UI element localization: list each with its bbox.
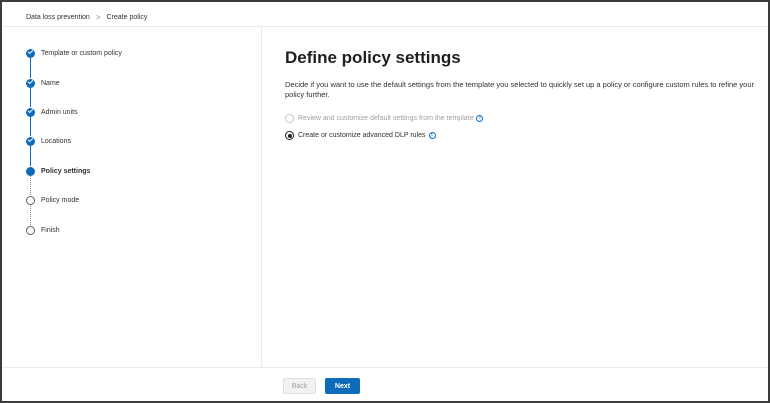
wizard-step-label: Name (41, 79, 60, 87)
breadcrumb-separator: > (95, 13, 101, 22)
next-button[interactable]: Next (325, 378, 360, 394)
wizard-step-label: Policy settings (41, 167, 91, 175)
wizard-step-label: Finish (41, 226, 60, 234)
wizard-step-label: Policy mode (41, 196, 80, 204)
step-connector (30, 116, 31, 136)
footer-divider (2, 367, 768, 368)
back-button[interactable]: Back (283, 378, 316, 394)
option-advanced-dlp-rules[interactable]: Create or customize advanced DLP rules i (285, 131, 436, 140)
radio-button (285, 114, 294, 123)
breadcrumb: Data loss prevention > Create policy (26, 13, 147, 22)
step-connector (30, 57, 31, 78)
radio-button[interactable] (285, 131, 294, 140)
wizard-step-policy-settings[interactable]: Policy settings (26, 166, 90, 176)
empty-circle-icon (26, 195, 35, 205)
check-circle-icon (26, 48, 35, 58)
check-circle-icon (26, 78, 35, 88)
empty-circle-icon (26, 225, 35, 235)
wizard-step-label: Template or custom policy (41, 49, 122, 57)
step-connector (30, 145, 31, 166)
page-description: Decide if you want to use the default se… (285, 80, 754, 99)
wizard-step-policy-mode: Policy mode (26, 195, 79, 205)
wizard-step-locations[interactable]: Locations (26, 136, 71, 146)
info-icon[interactable]: i (476, 115, 484, 122)
breadcrumb-item-create-policy: Create policy (106, 14, 148, 21)
wizard-step-finish: Finish (26, 225, 60, 235)
wizard-step-admin-units[interactable]: Admin units (26, 107, 78, 117)
wizard-step-name[interactable]: Name (26, 78, 60, 88)
wizard-step-label: Locations (41, 137, 71, 145)
page-title: Define policy settings (285, 48, 461, 67)
check-circle-icon (26, 136, 35, 146)
wizard-step-label: Admin units (41, 108, 78, 116)
option-review-defaults: Review and customize default settings fr… (285, 114, 484, 123)
breadcrumb-item-dlp[interactable]: Data loss prevention (26, 14, 90, 21)
info-icon[interactable]: i (428, 132, 436, 139)
check-circle-icon (26, 107, 35, 117)
option-label: Create or customize advanced DLP rules (298, 132, 426, 139)
step-connector (30, 175, 31, 195)
step-connector (30, 204, 31, 225)
filled-circle-icon (26, 166, 35, 176)
wizard-step-template[interactable]: Template or custom policy (26, 48, 122, 58)
option-label: Review and customize default settings fr… (298, 115, 474, 122)
step-connector (30, 87, 31, 107)
